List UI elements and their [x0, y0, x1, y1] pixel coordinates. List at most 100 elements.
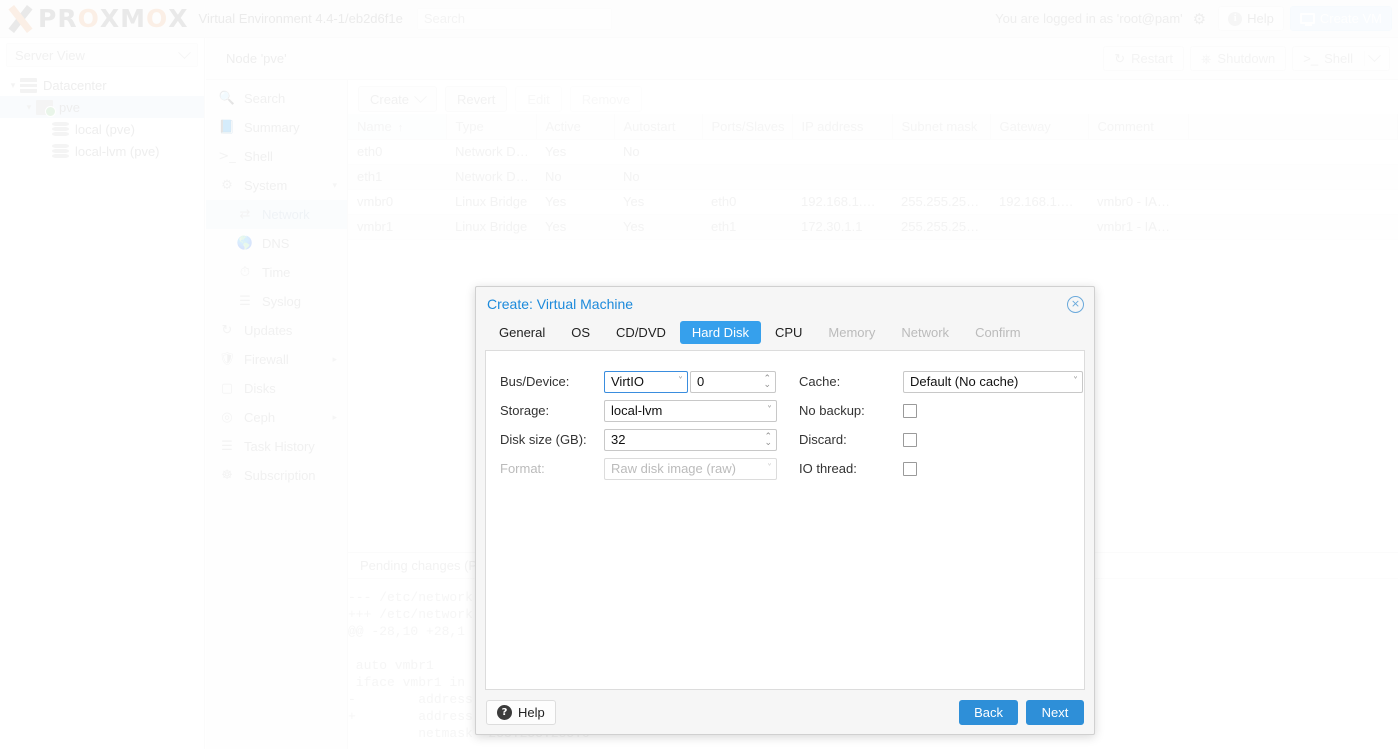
column-header-ports[interactable]: Ports/Slaves — [702, 114, 793, 140]
table-row[interactable]: eth1 Network De… No No — [348, 164, 1398, 190]
cell-ports — [702, 139, 792, 165]
restart-label: Restart — [1131, 51, 1174, 66]
column-header-name[interactable]: Name ↑ — [348, 114, 447, 140]
tab-network: Network — [901, 325, 950, 340]
shell-split-button[interactable]: >_ Shell — [1292, 46, 1390, 71]
discard-label: Discard: — [799, 432, 847, 447]
table-row[interactable]: vmbr1 Linux Bridge Yes Yes eth1 172.30.1… — [348, 214, 1398, 240]
disk-size-stepper[interactable]: 32 ⌃ ⌄ — [604, 428, 777, 451]
field-row-no-backup: No backup: — [799, 396, 1084, 425]
field-row-io-thread: IO thread: — [799, 454, 1084, 483]
back-button[interactable]: Back — [959, 699, 1018, 725]
column-header-type[interactable]: Type — [446, 114, 537, 140]
nav-item-task-history[interactable]: ☰ Task History — [206, 432, 347, 461]
next-button[interactable]: Next — [1026, 699, 1084, 725]
cell-ports: eth0 — [702, 189, 792, 215]
tab-cpu[interactable]: CPU — [763, 321, 814, 344]
column-header-autostart[interactable]: Autostart — [614, 114, 703, 140]
discard-checkbox[interactable] — [903, 432, 917, 447]
top-header-bar: PR O XM O X Virtual Environment 4.4-1/eb2d6f… — [0, 0, 1398, 38]
chevron-down-icon[interactable]: ▾ — [6, 80, 20, 91]
spinner-icons[interactable]: ⌃ ⌄ — [763, 374, 771, 389]
no-backup-checkbox[interactable] — [903, 403, 917, 418]
dialog-help-button[interactable]: ? Help — [486, 699, 556, 725]
create-button[interactable]: Create — [358, 86, 438, 112]
column-header-gateway[interactable]: Gateway — [990, 114, 1089, 140]
nav-item-ceph[interactable]: ◎ Ceph ▸ — [206, 403, 347, 432]
cell-filler — [1188, 164, 1398, 190]
restart-button[interactable]: ↻ Restart — [1103, 46, 1185, 71]
io-thread-checkbox[interactable] — [903, 461, 917, 476]
tree-item-label: local-lvm (pve) — [75, 143, 160, 159]
cell-ip — [792, 164, 892, 190]
close-icon[interactable]: × — [1067, 295, 1084, 313]
nav-item-shell[interactable]: >_ Shell — [206, 142, 347, 171]
cell-ports — [702, 164, 792, 190]
nav-item-subscription[interactable]: ☸ Subscription — [206, 461, 347, 490]
search-input[interactable] — [416, 7, 612, 30]
bus-device-value: VirtIO — [611, 374, 644, 389]
tree-item-pve[interactable]: ▾ pve — [0, 96, 204, 118]
nav-item-time[interactable]: ⏱ Time — [206, 258, 347, 287]
spinner-icons[interactable]: ⌃ ⌄ — [764, 432, 772, 447]
cache-value: Default (No cache) — [910, 374, 1019, 389]
table-header-row: Name ↑ Type Active Autostart Ports/Slaves… — [348, 114, 1398, 140]
clock-icon: ⏱ — [239, 265, 251, 280]
cell-name: eth1 — [348, 164, 446, 190]
tree-item-datacenter[interactable]: ▾ Datacenter — [0, 74, 204, 96]
column-header-mask[interactable]: Subnet mask — [892, 114, 991, 140]
device-number-stepper[interactable]: 0 ⌃ ⌄ — [690, 370, 776, 393]
gear-icon[interactable]: ⚙ — [1193, 10, 1206, 28]
table-row[interactable]: vmbr0 Linux Bridge Yes Yes eth0 192.168.… — [348, 189, 1398, 215]
sidebar: Server View ▾ Datacenter ▾ pve local (pv… — [0, 38, 205, 749]
help-button[interactable]: i Help — [1218, 6, 1284, 31]
shutdown-button[interactable]: ⎈ Shutdown — [1190, 46, 1287, 71]
column-header-comment[interactable]: Comment — [1088, 114, 1189, 140]
remove-button: Remove — [569, 86, 643, 112]
nav-item-dns[interactable]: 🌎 DNS — [206, 229, 347, 258]
nav-item-label: Task History — [244, 439, 315, 454]
cache-select[interactable]: Default (No cache) ˅ — [903, 370, 1083, 393]
nav-item-syslog[interactable]: ☰ Syslog — [206, 287, 347, 316]
tree-item-local-lvm[interactable]: local-lvm (pve) — [0, 140, 204, 162]
shell-label: Shell — [1324, 51, 1353, 66]
restart-icon: ↻ — [1114, 50, 1126, 66]
disk-size-value: 32 — [611, 432, 626, 447]
storage-select[interactable]: local-lvm ˅ — [604, 399, 777, 422]
column-label: Type — [455, 118, 484, 134]
format-label: Format: — [500, 461, 545, 476]
device-number-value: 0 — [697, 374, 705, 389]
cell-filler — [1188, 214, 1398, 240]
format-select: Raw disk image (raw) ˅ — [604, 457, 777, 480]
tree-item-local[interactable]: local (pve) — [0, 118, 204, 140]
column-label: Subnet mask — [901, 118, 978, 134]
revert-button[interactable]: Revert — [445, 86, 508, 112]
nav-item-firewall[interactable]: 🛡 Firewall ▸ — [206, 345, 347, 374]
tab-general[interactable]: General — [487, 321, 557, 344]
edit-button: Edit — [515, 86, 562, 112]
chevron-down-icon[interactable] — [1364, 49, 1381, 66]
column-header-ip[interactable]: IP address — [792, 114, 893, 140]
cell-comment: vmbr1 - IA… — [1088, 214, 1188, 240]
chevron-down-icon: ˅ — [1073, 376, 1078, 387]
chevron-down-icon[interactable]: ▾ — [22, 102, 36, 113]
create-vm-button[interactable]: Create VM — [1289, 6, 1392, 31]
tab-cd-dvd[interactable]: CD/DVD — [604, 321, 678, 344]
column-header-active[interactable]: Active — [536, 114, 615, 140]
nav-item-summary[interactable]: 📘 Summary — [206, 113, 347, 142]
nav-item-label: Network — [262, 207, 310, 222]
table-row[interactable]: eth0 Network De… Yes No — [348, 139, 1398, 165]
nav-item-system[interactable]: ⚙ System ▾ — [206, 171, 347, 200]
tab-os[interactable]: OS — [559, 321, 602, 344]
nav-item-search[interactable]: 🔍 Search — [206, 84, 347, 113]
tab-hard-disk[interactable]: Hard Disk — [679, 321, 761, 344]
nav-item-updates[interactable]: ↻ Updates — [206, 316, 347, 345]
cell-type: Linux Bridge — [446, 189, 536, 215]
cell-comment — [1088, 164, 1188, 190]
nav-item-network[interactable]: ⇄ Network — [206, 200, 347, 229]
field-row-format: Format: Raw disk image (raw) ˅ — [500, 454, 785, 483]
bus-device-select[interactable]: VirtIO ˅ — [604, 370, 688, 393]
server-view-selector[interactable]: Server View — [6, 43, 198, 67]
nav-item-disks[interactable]: ▢ Disks — [206, 374, 347, 403]
dialog-help-label: Help — [518, 704, 545, 720]
